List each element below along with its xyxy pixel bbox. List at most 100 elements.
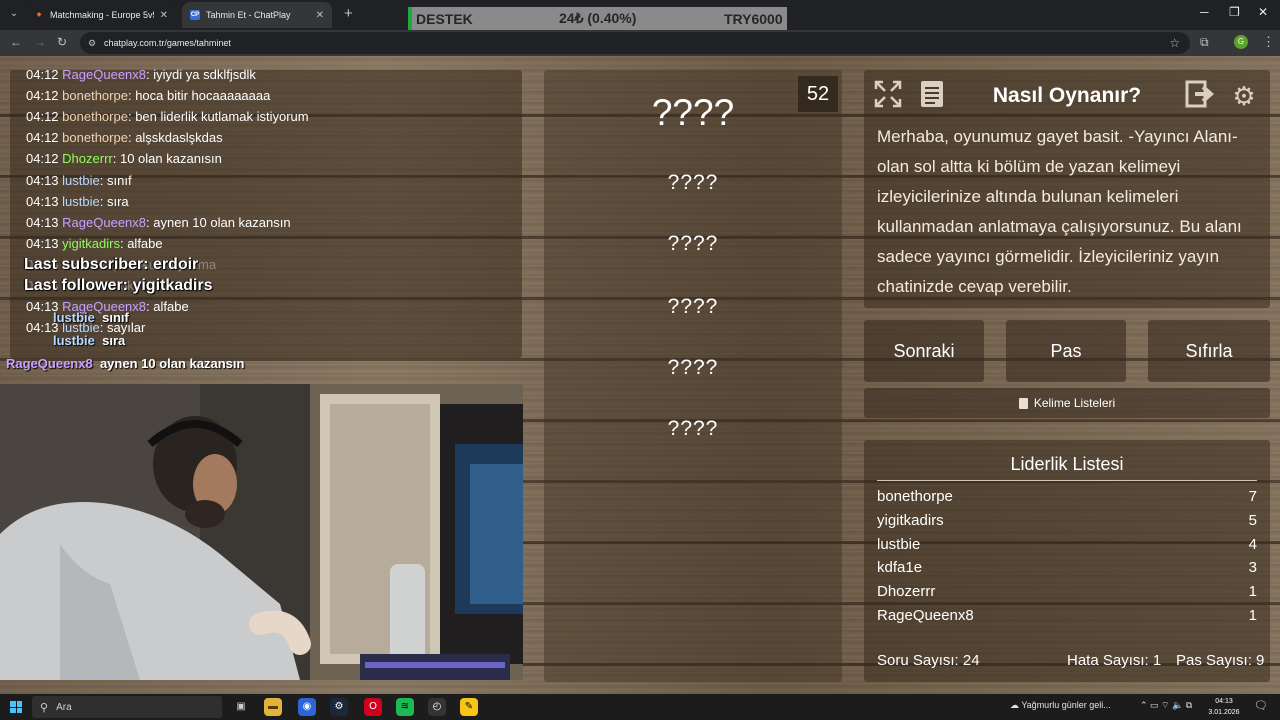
reload-icon[interactable]: ↻ <box>57 35 67 49</box>
last-subscriber: Last subscriber: erdoir <box>24 256 199 273</box>
opera-icon[interactable]: O <box>364 698 382 716</box>
window-close-icon[interactable]: ✕ <box>1258 5 1268 19</box>
chat-username[interactable]: bonethorpe <box>62 109 128 124</box>
overlay-msg: sınıf <box>102 310 129 325</box>
chat-time: 04:13 <box>26 172 59 188</box>
forbidden-word: ???? <box>667 171 719 194</box>
leaderboard-row: lustbie 4 <box>877 536 1257 553</box>
clock-date: 3.01.2026 <box>1208 709 1240 716</box>
chat-message: 04:12 bonethorpe: hoca bitir hocaaaaaaaa <box>26 88 271 104</box>
error-count: Hata Sayısı: 1 <box>1067 652 1162 669</box>
weather-text: Yağmurlu günler geli... <box>1021 700 1111 710</box>
close-icon[interactable]: ✕ <box>316 10 324 21</box>
taskbar-clock[interactable]: 04:13 3.01.2026 <box>1204 696 1244 718</box>
chat-text: hoca bitir hocaaaaaaaa <box>135 88 271 104</box>
next-button[interactable]: Sonraki <box>864 320 984 382</box>
leaderboard-row: bonethorpe 7 <box>877 488 1257 505</box>
close-icon[interactable]: ✕ <box>160 10 168 21</box>
chat-message: 04:12 RageQueenx8: iyiydi ya sdklfjsdlk <box>26 67 256 82</box>
chat-time: 04:12 <box>26 67 59 82</box>
leaderboard-score: 7 <box>1248 488 1257 505</box>
reset-button[interactable]: Sıfırla <box>1148 320 1270 382</box>
game-page: 04:12 RageQueenx8: iyiydi ya sdklfjsdlk 0… <box>0 56 1280 694</box>
settings-icon[interactable]: ⚙ <box>1227 79 1261 113</box>
extensions-icon[interactable]: ⧉ <box>1200 35 1209 50</box>
chat-username[interactable]: RageQueenx8 <box>62 67 146 82</box>
word-lists-label: Kelime Listeleri <box>1033 396 1116 410</box>
tab-search-icon[interactable]: ⌄ <box>6 6 22 22</box>
chat-message: 04:13 lustbie: sıra <box>26 193 129 209</box>
overlay-chat-line: lustbie sıra <box>53 333 125 348</box>
how-to-play-text: Merhaba, oyunumuz gayet basit. -Yayıncı … <box>877 127 1242 296</box>
chat-username[interactable]: Dhozerrr <box>62 151 113 166</box>
tab-favicon-icon: CP <box>190 10 200 20</box>
overlay-user: lustbie <box>53 310 95 325</box>
chat-text: ben liderlik kutlamak istiyorum <box>135 109 309 125</box>
overlay-chat-line: lustbie sınıf <box>53 310 129 325</box>
overlay-msg: sıra <box>102 333 126 348</box>
chat-username[interactable]: lustbie <box>62 194 100 209</box>
exit-icon[interactable] <box>1183 79 1217 113</box>
tab-matchmaking[interactable]: ◆ Matchmaking - Europe 5v5 Qu ✕ <box>26 2 176 28</box>
chat-username[interactable]: RageQueenx8 <box>62 215 146 230</box>
ticker-goal: TRY6000 <box>724 10 783 27</box>
file-explorer-icon[interactable]: ▬ <box>264 698 282 716</box>
clock-app-icon[interactable]: ◴ <box>428 698 446 716</box>
new-tab-icon[interactable]: + <box>344 5 353 22</box>
webcam-image <box>0 384 523 680</box>
leaderboard-score: 1 <box>1248 607 1257 624</box>
question-count: Soru Sayısı: 24 <box>877 652 980 669</box>
leaderboard-name: bonethorpe <box>877 488 953 505</box>
search-icon: ⚲ <box>40 701 49 714</box>
chat-time: 04:12 <box>26 130 59 146</box>
leaderboard-score: 1 <box>1248 583 1257 601</box>
task-view-icon[interactable]: ▣ <box>232 698 250 716</box>
system-tray-icons[interactable]: ⌃ ▭ ⌔ 🔈 ⧉ <box>1140 700 1192 711</box>
url-field[interactable]: ⚙ chatplay.com.tr/games/tahminet ☆ <box>80 32 1190 54</box>
leaderboard-divider <box>877 480 1257 481</box>
back-icon[interactable]: ← <box>10 35 22 49</box>
chat-username[interactable]: bonethorpe <box>62 88 128 103</box>
profile-avatar[interactable]: G <box>1234 35 1248 49</box>
steam-icon[interactable]: ⚙ <box>330 698 348 716</box>
overlay-user: RageQueenx8 <box>6 356 93 371</box>
clock-time: 04:13 <box>1215 698 1233 705</box>
chat-text: alfabe <box>153 299 189 315</box>
chat-time: 04:12 <box>26 88 59 104</box>
pass-button[interactable]: Pas <box>1006 320 1126 382</box>
taskbar-search-label: Ara <box>56 701 72 713</box>
chat-text: alfabe <box>127 235 163 251</box>
leaderboard-row: yigitkadirs 5 <box>877 512 1257 529</box>
spotify-icon[interactable]: ≋ <box>396 698 414 716</box>
ticker-label: DESTEK <box>416 10 473 27</box>
chrome-icon[interactable]: ◉ <box>298 698 316 716</box>
chat-text: sıra <box>106 193 129 209</box>
taskbar: ⚲ Ara ▣ ▬ ◉ ⚙ O ≋ ◴ ✎ ☁ Yağmurlu günler … <box>0 694 1280 720</box>
leaderboard-name: yigitkadirs <box>877 511 944 529</box>
restore-icon[interactable]: ❐ <box>1229 5 1240 19</box>
chat-time: 04:12 <box>26 109 59 125</box>
leaderboard-name: RageQueenx8 <box>877 607 974 624</box>
app-icon[interactable]: ✎ <box>460 698 478 716</box>
tab-chatplay[interactable]: CP Tahmin Et - ChatPlay ✕ <box>182 2 332 28</box>
site-info-icon[interactable]: ⚙ <box>88 38 98 49</box>
tab-title: Matchmaking - Europe 5v5 Qu <box>50 10 154 20</box>
taskbar-search[interactable]: ⚲ Ara <box>32 696 222 718</box>
minimize-icon[interactable]: ─ <box>1200 5 1209 19</box>
last-follower: Last follower: yigitkadirs <box>24 277 213 294</box>
chat-username[interactable]: yigitkadirs <box>62 236 120 251</box>
notifications-icon[interactable]: 🗨 <box>1254 699 1268 712</box>
windows-start-icon[interactable] <box>10 701 22 713</box>
leaderboard-score: 4 <box>1248 535 1257 553</box>
exit-glyph <box>1185 80 1215 108</box>
leaderboard-name: Dhozerrr <box>877 583 936 601</box>
chat-username[interactable]: lustbie <box>62 173 100 188</box>
chat-username[interactable]: bonethorpe <box>62 130 128 145</box>
bookmark-star-icon[interactable]: ☆ <box>1169 36 1180 50</box>
forward-icon[interactable]: → <box>34 35 46 49</box>
word-lists-button[interactable]: Kelime Listeleri <box>864 388 1270 418</box>
browser-menu-icon[interactable]: ⋮ <box>1262 34 1275 50</box>
weather-widget[interactable]: ☁ Yağmurlu günler geli... <box>1010 700 1111 711</box>
leaderboard-row: RageQueenx8 1 <box>877 607 1257 624</box>
leaderboard-name: lustbie <box>877 535 921 553</box>
